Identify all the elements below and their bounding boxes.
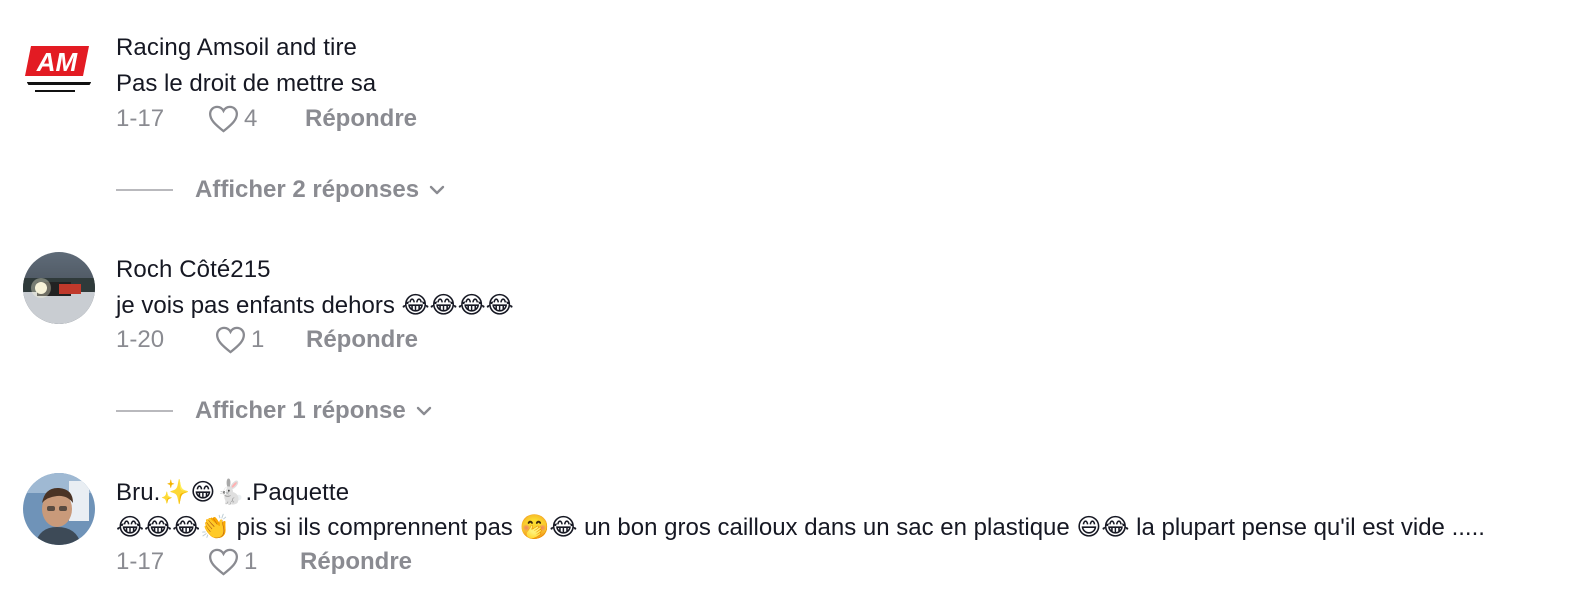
heart-icon	[208, 548, 239, 576]
comment-text: je vois pas enfants dehors 😂😂😂😂	[116, 292, 514, 319]
like-count: 4	[244, 105, 258, 132]
divider-line	[116, 410, 173, 412]
chevron-down-icon	[416, 406, 431, 416]
person-photo-icon	[23, 473, 95, 545]
reply-button[interactable]: Répondre	[306, 326, 418, 354]
like-button[interactable]: 1	[215, 326, 264, 354]
view-replies-label: Afficher 2 réponses	[195, 176, 420, 203]
divider-line	[116, 189, 173, 191]
snowy-truck-photo-icon	[23, 252, 95, 324]
comment-username[interactable]: Racing Amsoil and tire	[116, 34, 357, 62]
comment-date: 1-20	[116, 326, 165, 353]
comment-text: 😂😂😂👏 pis si ils comprennent pas 🤭😂 un bo…	[116, 514, 1485, 541]
amsoil-logo-icon: AM	[23, 30, 95, 102]
like-count: 1	[251, 326, 265, 353]
comment-username[interactable]: Bru.✨😁🐇.Paquette	[116, 478, 349, 507]
comment-username[interactable]: Roch Côté215	[116, 256, 271, 284]
like-button[interactable]: 4	[208, 105, 257, 133]
comment-date: 1-17	[116, 105, 165, 132]
avatar[interactable]	[23, 252, 95, 324]
reply-button[interactable]: Répondre	[300, 548, 412, 576]
heart-icon	[215, 326, 246, 354]
heart-icon	[208, 105, 239, 133]
avatar[interactable]: AM	[23, 30, 95, 102]
view-replies-button[interactable]: Afficher 1 réponse	[116, 396, 432, 426]
comment-text: Pas le droit de mettre sa	[116, 70, 377, 97]
view-replies-label: Afficher 1 réponse	[195, 397, 406, 424]
like-count: 1	[244, 548, 258, 575]
avatar-logo-text: AM	[36, 47, 79, 77]
comment-date: 1-17	[116, 548, 165, 575]
view-replies-button[interactable]: Afficher 2 réponses	[116, 175, 445, 205]
chevron-down-icon	[429, 185, 445, 195]
reply-button[interactable]: Répondre	[305, 105, 417, 133]
avatar[interactable]	[23, 473, 95, 545]
like-button[interactable]: 1	[208, 548, 257, 576]
